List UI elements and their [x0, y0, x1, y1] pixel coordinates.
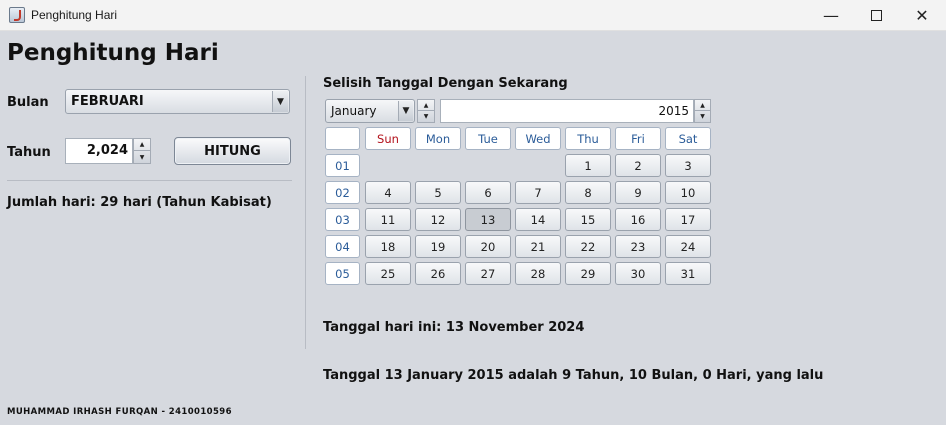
- day-button-20[interactable]: 20: [465, 235, 511, 258]
- calendar-month-select[interactable]: January ▼: [325, 99, 415, 123]
- year-spinner-buttons: ▲ ▼: [694, 99, 711, 123]
- day-button-12[interactable]: 12: [415, 208, 461, 231]
- year-spin-up-icon[interactable]: ▲: [695, 100, 710, 111]
- panel-divider: [305, 76, 306, 349]
- weekday-header-mon: Mon: [415, 127, 461, 150]
- day-button-29[interactable]: 29: [565, 262, 611, 285]
- jumlah-hari-result: Jumlah hari: 29 hari (Tahun Kabisat): [7, 195, 272, 210]
- year-spin-down-icon[interactable]: ▼: [695, 111, 710, 122]
- bulan-select-value: FEBRUARI: [71, 94, 144, 109]
- day-button-25[interactable]: 25: [365, 262, 411, 285]
- java-app-icon: [9, 7, 25, 23]
- app-title: Penghitung Hari: [7, 40, 219, 66]
- day-button-14[interactable]: 14: [515, 208, 561, 231]
- week-number: 04: [325, 235, 360, 258]
- day-button-22[interactable]: 22: [565, 235, 611, 258]
- left-divider: [7, 180, 292, 181]
- minimize-button[interactable]: —: [808, 0, 854, 31]
- day-button-27[interactable]: 27: [465, 262, 511, 285]
- bulan-label: Bulan: [7, 95, 49, 110]
- tahun-label: Tahun: [7, 145, 51, 160]
- calendar-year-input[interactable]: 2015: [440, 99, 694, 123]
- tahun-spinner-buttons: ▲ ▼: [133, 138, 151, 164]
- day-button-10[interactable]: 10: [665, 181, 711, 204]
- difference-result: Tanggal 13 January 2015 adalah 9 Tahun, …: [323, 368, 824, 383]
- hitung-button[interactable]: HITUNG: [174, 137, 291, 165]
- day-button-6[interactable]: 6: [465, 181, 511, 204]
- day-button-28[interactable]: 28: [515, 262, 561, 285]
- day-button-15[interactable]: 15: [565, 208, 611, 231]
- today-label: Tanggal hari ini: 13 November 2024: [323, 320, 585, 335]
- day-button-2[interactable]: 2: [615, 154, 661, 177]
- day-button-7[interactable]: 7: [515, 181, 561, 204]
- selisih-heading: Selisih Tanggal Dengan Sekarang: [323, 76, 568, 91]
- month-spin-up-icon[interactable]: ▲: [418, 100, 434, 111]
- week-number: 05: [325, 262, 360, 285]
- weekday-header-tue: Tue: [465, 127, 511, 150]
- week-number: 03: [325, 208, 360, 231]
- author-footer: MUHAMMAD IRHASH FURQAN - 2410010596: [7, 407, 232, 417]
- bulan-select[interactable]: FEBRUARI ▼: [65, 89, 290, 114]
- calendar-month-value: January: [331, 104, 377, 118]
- weekday-header-sat: Sat: [665, 127, 711, 150]
- month-spin-down-icon[interactable]: ▼: [418, 111, 434, 122]
- day-button-3[interactable]: 3: [665, 154, 711, 177]
- month-dropdown-icon[interactable]: ▼: [398, 101, 413, 121]
- maximize-button[interactable]: [853, 0, 899, 31]
- day-button-18[interactable]: 18: [365, 235, 411, 258]
- tahun-spinner-input[interactable]: 2,024: [65, 138, 133, 164]
- spin-down-icon[interactable]: ▼: [134, 151, 150, 163]
- day-button-16[interactable]: 16: [615, 208, 661, 231]
- weekday-header-fri: Fri: [615, 127, 661, 150]
- day-button-13[interactable]: 13: [465, 208, 511, 231]
- window-title: Penghitung Hari: [31, 8, 118, 22]
- day-button-30[interactable]: 30: [615, 262, 661, 285]
- maximize-icon: [870, 10, 882, 21]
- day-button-11[interactable]: 11: [365, 208, 411, 231]
- week-number: 01: [325, 154, 360, 177]
- day-button-17[interactable]: 17: [665, 208, 711, 231]
- spin-up-icon[interactable]: ▲: [134, 139, 150, 151]
- day-button-19[interactable]: 19: [415, 235, 461, 258]
- weekday-header-sun: Sun: [365, 127, 411, 150]
- calendar-corner: [325, 127, 360, 150]
- day-button-21[interactable]: 21: [515, 235, 561, 258]
- close-button[interactable]: ✕: [899, 0, 945, 31]
- day-button-24[interactable]: 24: [665, 235, 711, 258]
- day-button-26[interactable]: 26: [415, 262, 461, 285]
- day-button-31[interactable]: 31: [665, 262, 711, 285]
- day-button-23[interactable]: 23: [615, 235, 661, 258]
- month-spinner-buttons: ▲ ▼: [417, 99, 435, 123]
- weekday-header-thu: Thu: [565, 127, 611, 150]
- day-button-1[interactable]: 1: [565, 154, 611, 177]
- day-button-4[interactable]: 4: [365, 181, 411, 204]
- weekday-header-wed: Wed: [515, 127, 561, 150]
- dropdown-arrow-icon[interactable]: ▼: [272, 91, 288, 112]
- day-button-8[interactable]: 8: [565, 181, 611, 204]
- day-button-5[interactable]: 5: [415, 181, 461, 204]
- window-titlebar: Penghitung Hari — ✕: [0, 0, 946, 31]
- day-button-9[interactable]: 9: [615, 181, 661, 204]
- week-number: 02: [325, 181, 360, 204]
